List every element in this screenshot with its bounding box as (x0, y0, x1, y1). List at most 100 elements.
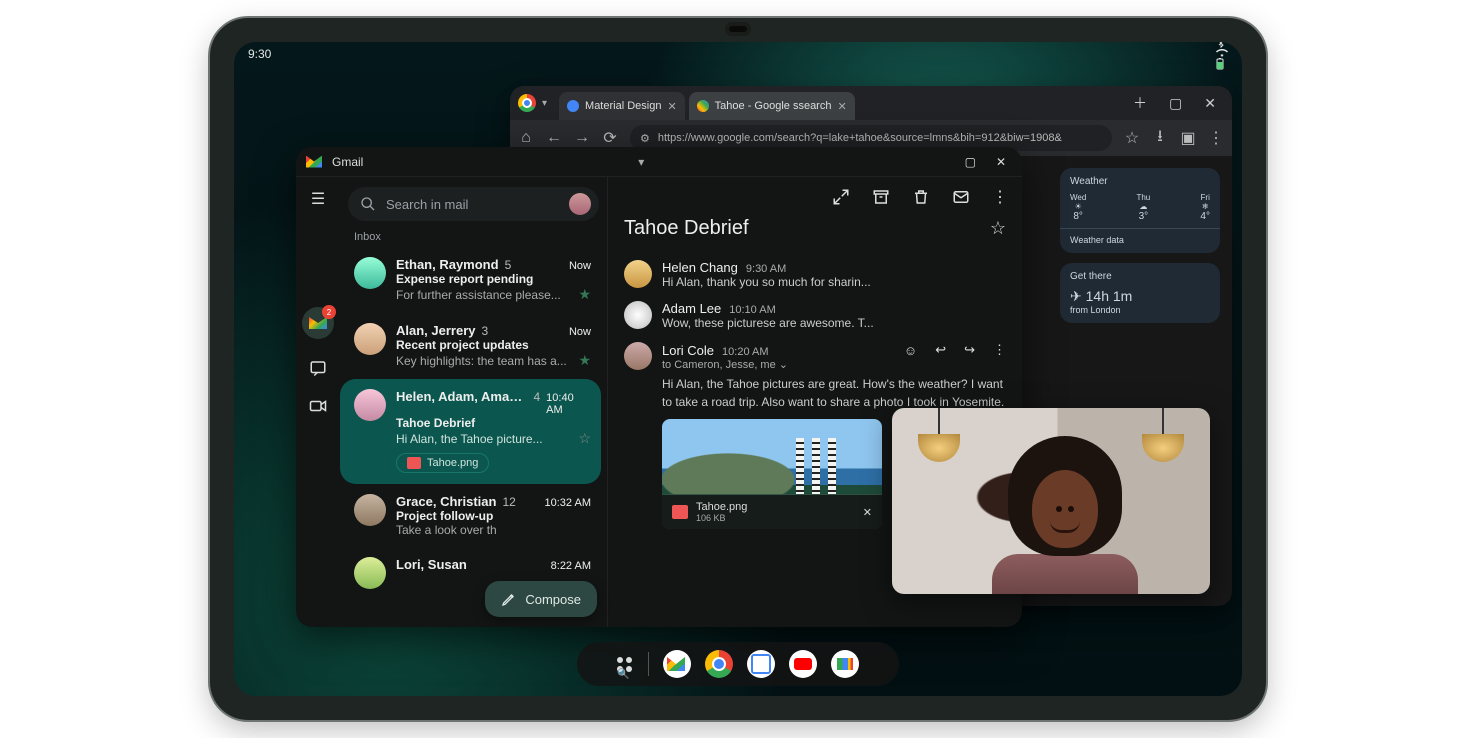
thread-sender: Helen, Adam, Amanda (396, 389, 527, 404)
extensions-icon[interactable]: ▣ (1180, 128, 1196, 148)
thread-item[interactable]: Ethan, Raymond 5 Now Expense report pend… (340, 247, 601, 313)
message-recipients[interactable]: to Cameron, Jesse, me (662, 359, 776, 371)
video-call-pip[interactable] (892, 408, 1210, 594)
thread-time: 10:40 AM (546, 392, 591, 416)
thread-count: 12 (502, 495, 515, 509)
message-collapsed[interactable]: Adam Lee 10:10 AM Wow, these picturese a… (624, 295, 1006, 336)
travel-duration: 14h 1m (1086, 288, 1133, 304)
star-icon[interactable]: ☆ (578, 430, 591, 447)
mark-unread-icon[interactable] (952, 188, 970, 206)
tab-label: Tahoe - Google ssearch (715, 100, 832, 112)
search-placeholder: Search in mail (386, 197, 468, 212)
weather-temp: 8° (1070, 211, 1086, 222)
chrome-menu-caret-icon[interactable]: ▾ (542, 98, 547, 109)
message-time: 10:20 AM (722, 346, 768, 358)
hamburger-menu-icon[interactable]: ☰ (311, 189, 325, 209)
attachment-close-icon[interactable]: ✕ (863, 506, 872, 519)
download-icon[interactable]: ⭳ (1152, 125, 1168, 152)
gmail-thread-list: Search in mail Inbox Ethan, Raymond 5 No… (340, 177, 608, 627)
app-drawer-button[interactable]: 🔍 (617, 657, 634, 672)
chrome-tab-material[interactable]: Material Design ✕ (559, 92, 685, 120)
avatar (624, 301, 652, 329)
thread-item-selected[interactable]: Helen, Adam, Amanda 4 10:40 AM Tahoe Deb… (340, 379, 601, 484)
taskbar: 🔍 (577, 642, 900, 686)
mail-icon (309, 317, 327, 329)
home-icon[interactable]: ⌂ (518, 129, 534, 147)
attachment-name: Tahoe.png (696, 501, 747, 513)
new-tab-button[interactable]: ＋ (1125, 89, 1155, 117)
search-icon (360, 196, 376, 212)
chrome-menu-icon[interactable]: ⋮ (1208, 128, 1224, 148)
thread-count: 5 (505, 258, 512, 272)
gmail-titlebar: Gmail ▾ ▢ ✕ (296, 147, 1022, 177)
thread-item[interactable]: Alan, Jerrery 3 Now Recent project updat… (340, 313, 601, 379)
taskbar-chrome-icon[interactable] (705, 650, 733, 678)
tab-close-icon[interactable]: ✕ (667, 100, 676, 113)
message-subject: Tahoe Debrief (624, 217, 990, 240)
avatar (624, 260, 652, 288)
travel-from: from London (1070, 305, 1210, 315)
window-close-icon[interactable]: ✕ (1196, 91, 1224, 116)
taskbar-youtube-icon[interactable] (789, 650, 817, 678)
window-maximize-icon[interactable]: ▢ (959, 155, 982, 169)
archive-icon[interactable] (872, 188, 890, 206)
star-icon[interactable]: ☆ (990, 218, 1006, 239)
thread-count: 4 (533, 390, 540, 404)
reload-icon[interactable]: ⟳ (602, 128, 618, 148)
window-maximize-icon[interactable]: ▢ (1161, 91, 1190, 116)
expand-icon[interactable] (832, 188, 850, 206)
gmail-app-name: Gmail (332, 155, 630, 169)
reply-icon[interactable]: ↩ (935, 342, 946, 358)
chat-icon[interactable] (309, 359, 327, 377)
delete-icon[interactable] (912, 188, 930, 206)
more-icon[interactable]: ⋮ (993, 342, 1006, 358)
thread-sender: Grace, Christian (396, 494, 496, 509)
attachment-chip[interactable]: Tahoe.png (396, 453, 489, 473)
thread-preview: Take a look over th (396, 523, 591, 537)
thread-subject: Project follow-up (396, 509, 591, 523)
taskbar-meet-icon[interactable] (831, 650, 859, 678)
travel-card[interactable]: Get there ✈ 14h 1m from London (1060, 263, 1220, 323)
expand-recipients-icon[interactable]: ⌄ (779, 359, 788, 371)
thread-item[interactable]: Grace, Christian 12 10:32 AM Project fol… (340, 484, 601, 547)
weather-card[interactable]: Weather Wed☀8° Thu☁3° Fri❄4° Weather dat… (1060, 168, 1220, 253)
message-preview: Hi Alan, thank you so much for sharin... (662, 275, 1006, 289)
star-icon[interactable]: ★ (578, 286, 591, 303)
avatar (354, 323, 386, 355)
emoji-icon[interactable]: ☺ (904, 343, 917, 358)
attachment-preview[interactable]: Tahoe.png 106 KB ✕ (662, 419, 882, 529)
rail-mail-button[interactable]: 2 (302, 307, 334, 339)
more-icon[interactable]: ⋮ (992, 187, 1008, 207)
avatar (354, 257, 386, 289)
forward-icon[interactable]: ↪ (964, 342, 975, 358)
avatar (354, 494, 386, 526)
chrome-tab-tahoe[interactable]: Tahoe - Google ssearch ✕ (689, 92, 855, 120)
bookmark-star-icon[interactable]: ☆ (1124, 128, 1140, 148)
message-time: 10:10 AM (729, 304, 775, 316)
back-icon[interactable]: ← (546, 129, 562, 147)
message-from: Lori Cole (662, 343, 714, 358)
thread-time: Now (569, 326, 591, 338)
chrome-logo-icon (518, 94, 536, 112)
taskbar-calendar-icon[interactable] (747, 650, 775, 678)
taskbar-gmail-icon[interactable] (663, 650, 691, 678)
account-avatar[interactable] (569, 193, 591, 215)
tab-close-icon[interactable]: ✕ (837, 100, 846, 113)
star-icon[interactable]: ★ (578, 352, 591, 369)
message-collapsed[interactable]: Helen Chang 9:30 AM Hi Alan, thank you s… (624, 254, 1006, 295)
weather-day: Wed (1070, 193, 1086, 202)
thread-preview: Hi Alan, the Tahoe picture... (396, 432, 572, 446)
window-close-icon[interactable]: ✕ (990, 155, 1012, 169)
compose-button[interactable]: Compose (485, 581, 597, 617)
screen: 9:30 ▾ Material Design ✕ (234, 42, 1242, 696)
meet-icon[interactable] (309, 397, 327, 415)
status-indicators (1210, 42, 1228, 70)
gmail-search[interactable]: Search in mail (348, 187, 599, 221)
gmail-dropdown-icon[interactable]: ▾ (638, 155, 644, 169)
image-file-icon (672, 505, 688, 519)
chrome-titlebar: ▾ Material Design ✕ Tahoe - Google ssear… (510, 86, 1232, 120)
tablet-frame: 9:30 ▾ Material Design ✕ (210, 18, 1266, 720)
site-settings-icon[interactable]: ⚙ (640, 132, 650, 145)
weather-day: Thu (1136, 193, 1150, 202)
forward-icon[interactable]: → (574, 129, 590, 147)
